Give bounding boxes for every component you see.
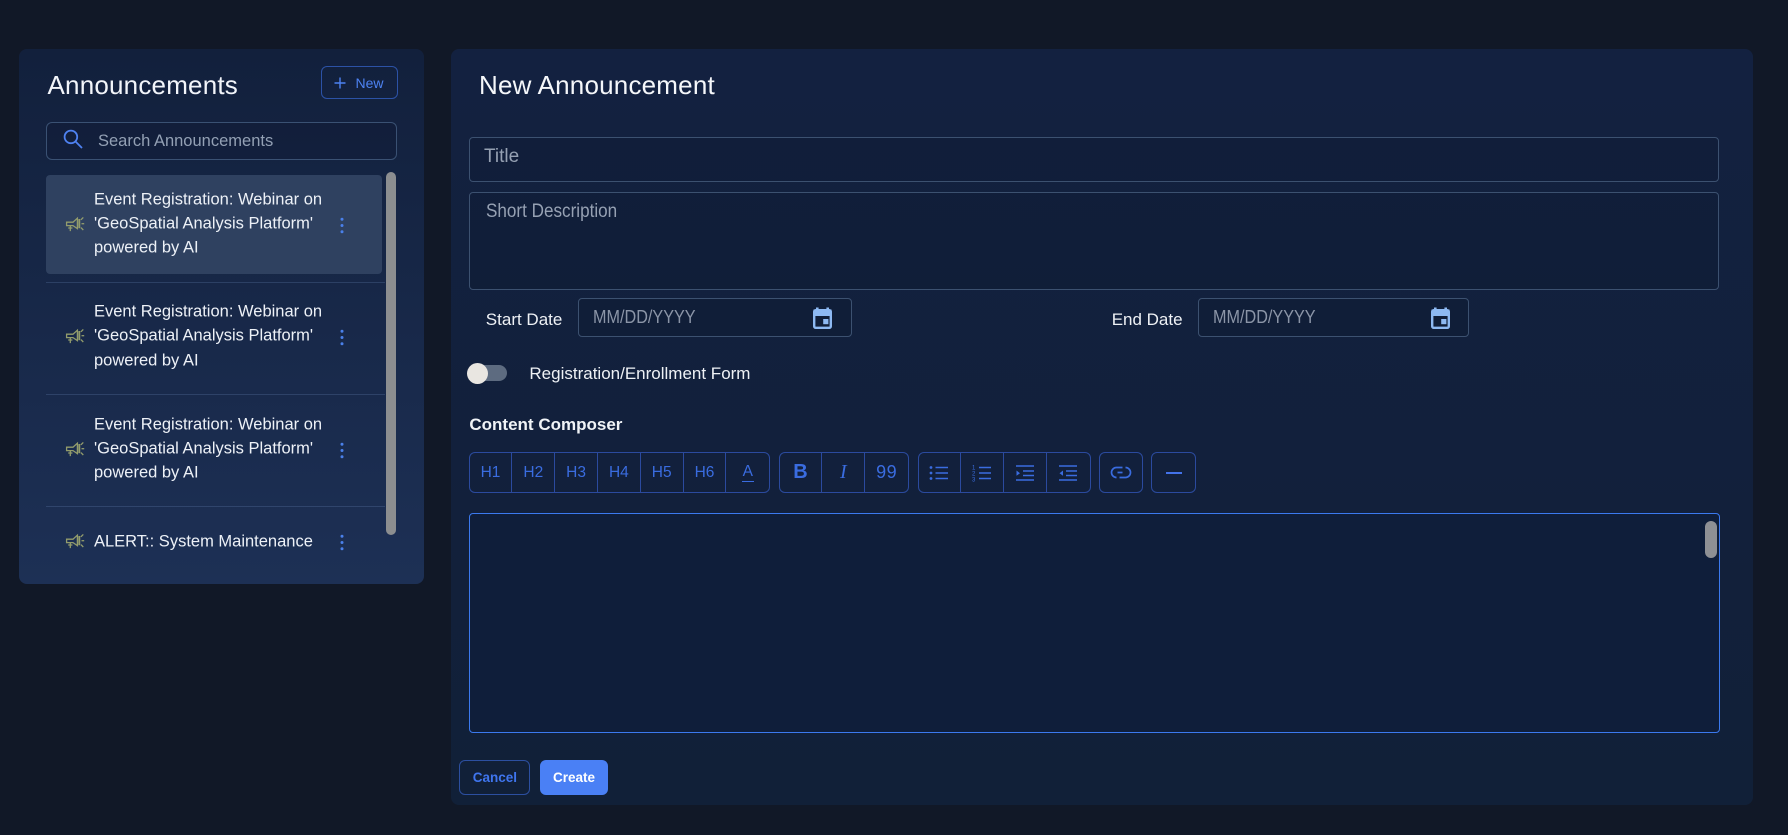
svg-text:3: 3	[972, 477, 976, 482]
